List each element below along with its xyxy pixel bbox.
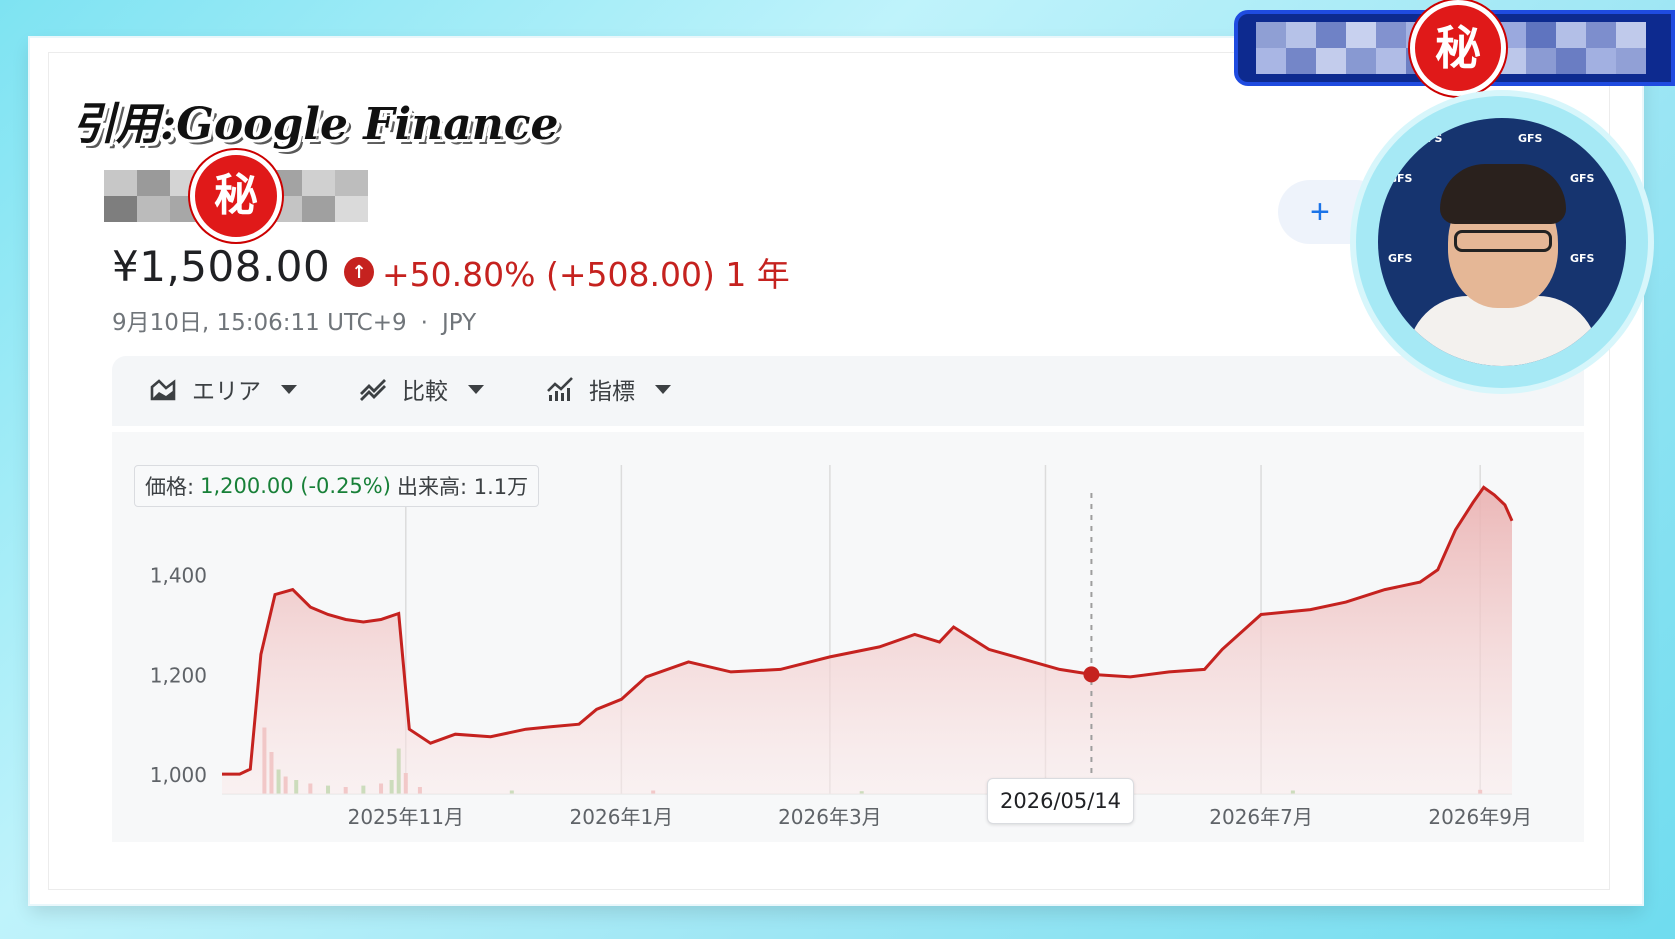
tooltip-price-label: 価格: [145, 475, 195, 499]
y-tick-label: 1,200 [150, 663, 207, 687]
gfs-logo: GFS [1570, 252, 1595, 265]
x-tick-label: 2026年9月 [1428, 805, 1532, 829]
presenter-hair [1440, 164, 1566, 224]
price-area [222, 487, 1512, 794]
x-tick-label: 2026年3月 [778, 805, 882, 829]
hover-date-label: 2026/05/14 [987, 778, 1135, 824]
x-tick-label: 2026年1月 [570, 805, 674, 829]
presenter-webcam: GFS GFS GFS GFS GFS GFS [1356, 96, 1648, 388]
y-tick-label: 1,000 [150, 763, 207, 787]
price-tooltip: 価格: 1,200.00 (-0.25%) 出来高: 1.1万 [134, 465, 540, 507]
hover-point [1083, 666, 1100, 683]
tooltip-volume: 出来高: 1.1万 [396, 475, 529, 499]
x-tick-label: 2025年11月 [348, 805, 464, 829]
gfs-logo: GFS [1518, 132, 1543, 145]
x-tick-label: 2026年7月 [1209, 805, 1313, 829]
webcam-video: GFS GFS GFS GFS GFS GFS [1378, 118, 1626, 366]
y-tick-label: 1,400 [150, 564, 207, 588]
gfs-logo: GFS [1388, 172, 1413, 185]
gfs-logo: GFS [1418, 132, 1443, 145]
gfs-logo: GFS [1388, 252, 1413, 265]
secret-badge-banner: 秘 [1410, 0, 1506, 96]
tooltip-price-value: 1,200.00 (-0.25%) [200, 474, 391, 498]
gfs-logo: GFS [1570, 172, 1595, 185]
presenter-glasses [1454, 230, 1552, 252]
